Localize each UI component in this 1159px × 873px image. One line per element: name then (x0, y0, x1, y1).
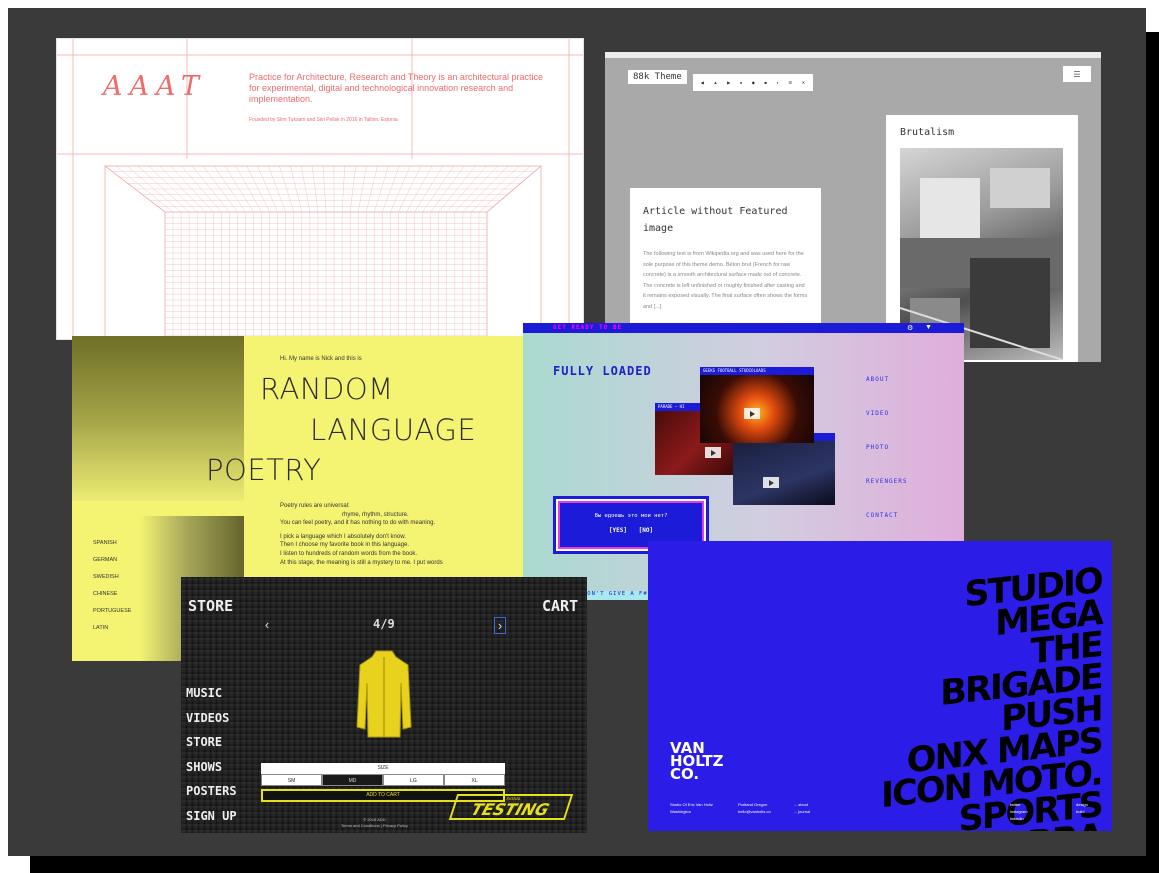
toolbar-icon[interactable]: ☰ (789, 80, 793, 85)
poetry-title-line3: POETRY (206, 453, 322, 487)
size-option-sm[interactable]: SM (261, 774, 322, 786)
product-counter: 4/9 (373, 617, 395, 631)
language-link-portuguese[interactable]: PORTUGUESE (93, 603, 131, 620)
previous-arrow-icon[interactable]: ‹ (261, 617, 273, 634)
featured-title[interactable]: Brutalism (900, 127, 1064, 138)
footer-studio: Studio Of Eric Van Holtz Washington (670, 802, 713, 814)
menu-icon[interactable]: ☰ (1063, 66, 1091, 82)
video-window[interactable] (733, 433, 835, 505)
next-arrow-icon[interactable]: › (494, 617, 506, 634)
theme-toolbar[interactable]: ◀ ▲ ▶ ● ◆ ■ ◐ ☰ ✕ (693, 74, 813, 91)
nav-photo[interactable]: PHOTO (866, 431, 908, 465)
nav-about[interactable]: ABOUT (866, 363, 908, 397)
aart-website-card[interactable]: AAAT Practice for Architecture, Research… (56, 38, 584, 340)
browser-titlebar (605, 52, 1101, 58)
nav-contact[interactable]: CONTACT (866, 499, 908, 533)
poetry-title-line1: RANDOM (260, 372, 394, 406)
nav-posters[interactable]: POSTERS (186, 779, 237, 804)
loaded-title: FULLY LOADED (553, 364, 652, 378)
article-excerpt: The following text is from Wikipedia.org… (643, 251, 808, 310)
poetry-title-line2: LANGUAGE (310, 413, 477, 447)
size-option-md[interactable]: MD (322, 774, 383, 786)
video-window[interactable]: GEEKS FOOTBALL STUDIOLOADS (700, 367, 814, 443)
poetry-body-line: Then I choose my favorite book in this l… (280, 542, 410, 549)
play-icon[interactable] (763, 477, 779, 488)
chevron-down-icon[interactable]: ▼ (925, 324, 932, 331)
toolbar-icon[interactable]: ✕ (802, 80, 805, 85)
play-icon[interactable] (705, 447, 721, 458)
loaded-nav[interactable]: ABOUT VIDEO PHOTO REVENGERS CONTACT (866, 363, 908, 533)
nav-store[interactable]: STORE (186, 730, 237, 755)
van-holtz-website-card[interactable]: STUDIO MEGA THE BRIGADE PUSH ONX MAPS IC… (648, 541, 1112, 831)
dialog-question: Вы едоешь это мои нет? (594, 513, 668, 519)
nav-video[interactable]: VIDEO (866, 397, 908, 431)
store-website-card[interactable]: STORE CART ‹ › 4/9 MUSIC VIDEOS STORE SH… (181, 577, 587, 833)
testing-badge: SIGNAL TESTING (448, 794, 574, 820)
footer-contact[interactable]: Portland Oregon hello@vanholtz.co (738, 801, 771, 815)
nav-revengers[interactable]: REVENGERS (866, 465, 908, 499)
article-title[interactable]: Article without Featured image (643, 203, 808, 237)
badge-big-text: TESTING (468, 800, 552, 819)
nav-music[interactable]: MUSIC (186, 681, 237, 706)
aart-founded-text: Founded by Siim Tuksam and Siiri Pelisk … (249, 117, 398, 123)
store-footer[interactable]: © 2018 ADD Terms and Conditions | Privac… (341, 817, 408, 829)
toolbar-icon[interactable]: ▶ (727, 80, 730, 85)
theme-website-card[interactable]: 88k Theme ◀ ▲ ▶ ● ◆ ■ ◐ ☰ ✕ ☰ Article wi… (605, 52, 1101, 362)
play-icon[interactable] (744, 408, 760, 419)
language-link-german[interactable]: GERMAN (93, 552, 131, 569)
van-holtz-logo[interactable]: VAN HOLTZ CO. (670, 741, 724, 782)
language-link-latin[interactable]: LATIN (93, 620, 131, 637)
store-link[interactable]: STORE (188, 597, 233, 615)
cart-link[interactable]: CART (542, 597, 578, 615)
nav-shows[interactable]: SHOWS (186, 755, 237, 780)
aart-logo[interactable]: AAAT (103, 71, 206, 102)
poetry-body-line: Poetry rules are universal: (280, 503, 350, 509)
toolbar-icon[interactable]: ◀ (701, 80, 704, 85)
settings-icon[interactable]: ⚙ (907, 324, 913, 332)
poetry-body-line: I pick a language which I absolutely don… (280, 533, 406, 540)
poetry-body-line: At this stage, the meaning is still a my… (280, 559, 443, 566)
language-link-chinese[interactable]: CHINESE (93, 586, 131, 603)
toolbar-icon[interactable]: ■ (764, 80, 766, 85)
footer-social[interactable]: twitter instagram linkedin (1010, 801, 1028, 822)
client-word-list[interactable]: STUDIO MEGA THE BRIGADE PUSH ONX MAPS IC… (881, 561, 1102, 831)
language-list[interactable]: SPANISH GERMAN SWEDISH CHINESE PORTUGUES… (93, 535, 131, 637)
theme-label[interactable]: 88k Theme (628, 70, 687, 84)
poetry-body-line: You can feel poetry, and it has nothing … (280, 520, 436, 527)
toolbar-icon[interactable]: ● (740, 80, 742, 85)
yellow-jacket-image[interactable] (356, 647, 412, 743)
size-option-lg[interactable]: LG (383, 774, 444, 786)
toolbar-icon[interactable]: ◐ (777, 80, 779, 85)
video-window-title: GEEKS FOOTBALL STUDIOLOADS (703, 368, 766, 373)
store-nav[interactable]: MUSIC VIDEOS STORE SHOWS POSTERS SIGN UP (186, 681, 237, 828)
nav-videos[interactable]: VIDEOS (186, 706, 237, 731)
poetry-body: Poetry rules are universal: rhyme, rhyth… (280, 502, 510, 567)
size-header: SIZE (261, 763, 505, 774)
toolbar-icon[interactable]: ▲ (713, 80, 717, 85)
loaded-topbar: GET READY TO BE ⚙ ▼ (523, 323, 964, 333)
size-option-xl[interactable]: XL (444, 774, 505, 786)
no-button[interactable]: [NO] (639, 527, 653, 534)
poetry-body-line: I listen to hundreds of random words fro… (280, 550, 418, 557)
video-window-title: PARADE — HI (658, 404, 685, 409)
footer-links[interactable]: → about → journal (793, 801, 810, 815)
footer-services: design build (1076, 802, 1088, 814)
language-link-swedish[interactable]: SWEDISH (93, 569, 131, 586)
loaded-topbar-text: GET READY TO BE (553, 324, 623, 331)
size-selector[interactable]: SM MD LG XL (261, 774, 505, 786)
poetry-intro: Hi. My name is Nick and this is (280, 356, 362, 362)
language-link-spanish[interactable]: SPANISH (93, 535, 131, 552)
yes-button[interactable]: [YES] (609, 527, 627, 534)
poetry-body-line: rhyme, rhythm, structure. (342, 511, 409, 518)
toolbar-icon[interactable]: ◆ (752, 80, 755, 85)
nav-sign-up[interactable]: SIGN UP (186, 804, 237, 829)
dialog-buttons[interactable]: [YES] [NO] (556, 527, 706, 534)
aart-tagline: Practice for Architecture, Research and … (249, 72, 543, 104)
